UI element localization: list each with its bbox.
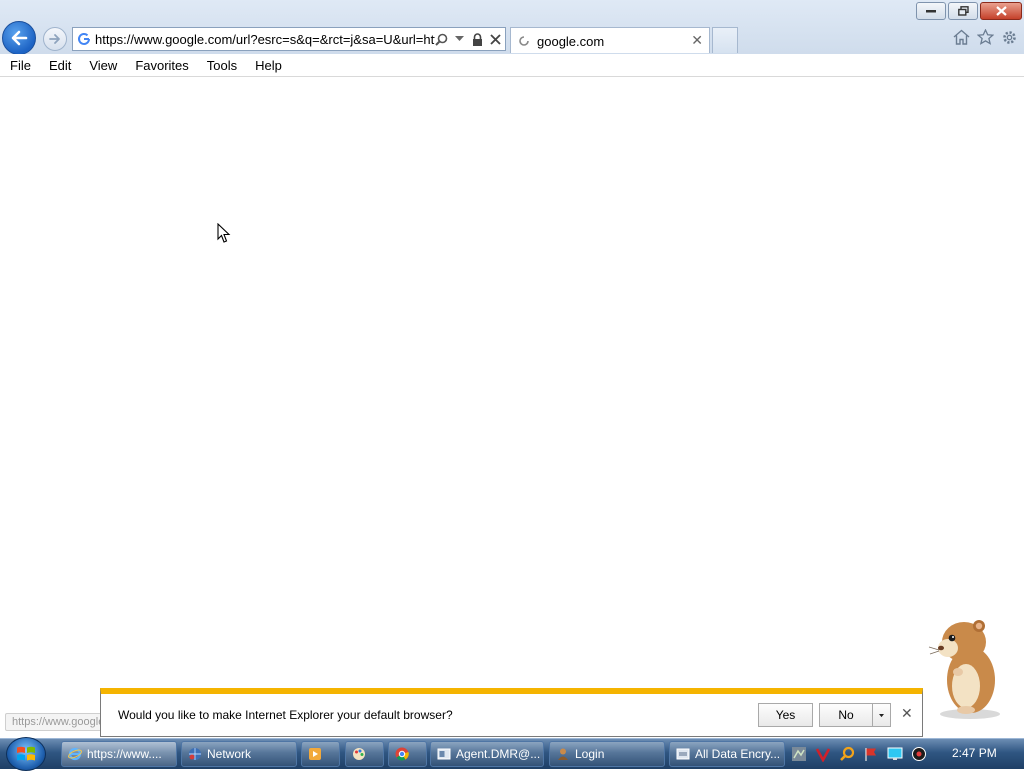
tray-flag-icon[interactable] [862,745,880,763]
taskbar-item-paint[interactable] [345,741,384,767]
internet-explorer-icon [68,747,82,761]
network-globe-icon [188,747,202,761]
browser-tab[interactable]: google.com ✕ [510,27,710,53]
lock-icon[interactable] [470,31,484,47]
remote-window-icon [437,747,451,761]
taskbar-item-login[interactable]: Login [549,741,665,767]
menu-edit[interactable]: Edit [39,58,79,73]
tab-close-icon[interactable]: ✕ [691,32,703,49]
yes-button[interactable]: Yes [758,703,813,727]
tray-app-icon[interactable] [790,745,808,763]
notification-close-icon[interactable]: ✕ [901,705,913,722]
tab-title: google.com [537,34,605,49]
taskbar-item-agent[interactable]: Agent.DMR@... [430,741,544,767]
default-browser-notification: Would you like to make Internet Explorer… [100,688,923,737]
menu-favorites[interactable]: Favorites [125,58,196,73]
minimize-icon [926,10,936,13]
notification-message: Would you like to make Internet Explorer… [118,708,453,722]
taskbar-item-ie[interactable]: https://www.... [61,741,177,767]
back-button[interactable] [2,21,36,55]
close-window-button[interactable] [980,2,1022,20]
page-content [0,77,1024,738]
arrow-left-icon [11,30,28,46]
restore-button[interactable] [948,2,978,20]
windows-logo-icon [17,746,35,761]
browser-chrome: google.com ✕ [0,0,1024,55]
system-tray [790,741,928,767]
hamster-mascot-icon[interactable] [928,612,1010,720]
arrow-right-icon [49,34,60,44]
paint-palette-icon [352,747,366,761]
no-options-dropdown[interactable] [872,703,891,727]
close-icon [995,6,1007,16]
menu-help[interactable]: Help [245,58,290,73]
search-icon[interactable] [434,31,448,47]
mouse-cursor-icon [217,223,231,243]
taskbar-item-label: Network [207,747,252,761]
taskbar-item-label: Agent.DMR@... [456,747,541,761]
stop-icon[interactable] [488,31,502,47]
chevron-down-icon [879,713,884,717]
dropdown-arrow-icon[interactable] [452,31,466,47]
tray-antivirus-icon[interactable] [814,745,832,763]
taskbar-item-network[interactable]: Network [181,741,297,767]
menu-view[interactable]: View [79,58,125,73]
new-tab-button[interactable] [712,27,738,53]
no-button[interactable]: No [819,703,873,727]
clock[interactable]: 2:47 PM [952,746,997,760]
taskbar-item-label: Login [575,747,605,761]
taskbar-item-chrome[interactable] [388,741,427,767]
encryption-window-icon [676,747,690,761]
minimize-button[interactable] [916,2,946,20]
window-controls [916,2,1022,20]
user-agent-icon [556,747,570,761]
chrome-browser-icon [395,747,409,761]
home-icon[interactable] [952,28,970,46]
taskbar-item-encryption[interactable]: All Data Encry... [669,741,785,767]
address-input[interactable] [95,30,435,48]
taskbar: https://www.... Network Agent.DMR@... Lo… [0,737,1024,771]
menu-file[interactable]: File [0,58,39,73]
start-button[interactable] [6,737,46,771]
forward-button[interactable] [43,27,67,51]
media-player-icon [308,747,322,761]
taskbar-item-label: All Data Encry... [695,747,781,761]
google-favicon-icon [77,32,91,49]
menu-tools[interactable]: Tools [197,58,245,73]
loading-spinner-icon [518,35,530,50]
tray-display-icon[interactable] [886,745,904,763]
settings-gear-icon[interactable] [1000,28,1018,46]
tray-record-icon[interactable] [910,745,928,763]
taskbar-item-media-player[interactable] [301,741,340,767]
menu-bar: File Edit View Favorites Tools Help [0,54,1024,77]
tray-search-icon[interactable] [838,745,856,763]
address-bar[interactable] [72,27,506,51]
favorites-star-icon[interactable] [976,28,994,46]
taskbar-item-label: https://www.... [87,747,162,761]
restore-icon [957,6,969,16]
